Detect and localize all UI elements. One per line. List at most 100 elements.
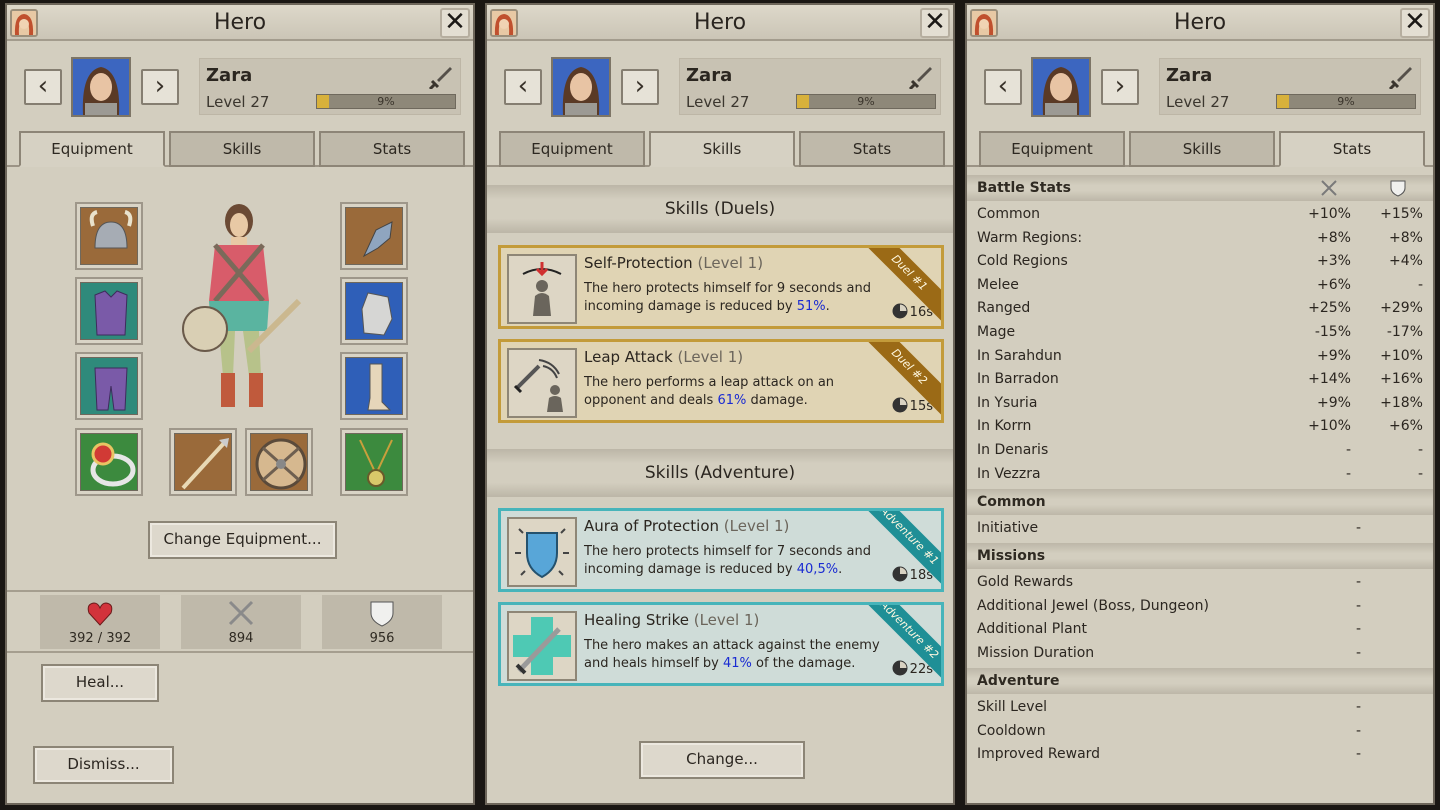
- missions-heading: Missions: [967, 543, 1433, 569]
- armor-slot[interactable]: [75, 277, 143, 345]
- tab-equipment[interactable]: Equipment: [19, 131, 165, 167]
- tab-equipment[interactable]: Equipment: [499, 131, 645, 167]
- duels-heading: Skills (Duels): [487, 185, 953, 233]
- stat-row: Additional Plant -: [977, 621, 1423, 643]
- stat-value: -: [1355, 746, 1361, 763]
- skill-name: Aura of Protection: [584, 517, 720, 535]
- stat-row: In Ysuria +9% +18%: [977, 395, 1423, 417]
- stat-defense-value: +29%: [1380, 300, 1423, 317]
- next-hero-button[interactable]: ›: [621, 69, 659, 105]
- skill-level: (Level 1): [723, 517, 790, 535]
- change-equipment-button[interactable]: Change Equipment...: [148, 521, 337, 559]
- amulet-slot[interactable]: [340, 428, 408, 496]
- hero-level: Level 27: [206, 93, 270, 111]
- skill-title: Aura of Protection (Level 1): [584, 517, 789, 535]
- chevron-left-icon: ‹: [997, 71, 1009, 101]
- aura-of-protection-icon: [507, 517, 577, 587]
- sword-icon: [1388, 65, 1412, 93]
- gauntlet-icon: [345, 207, 403, 265]
- skill-card[interactable]: Healing Strike (Level 1) The hero makes …: [498, 602, 944, 686]
- tab-equipment[interactable]: Equipment: [979, 131, 1125, 167]
- stat-label: Improved Reward: [977, 746, 1101, 763]
- shield-slot[interactable]: [245, 428, 313, 496]
- glove-icon: [345, 282, 403, 340]
- stat-defense-value: -: [1417, 465, 1423, 482]
- hero-portrait: [1031, 57, 1091, 117]
- spear-icon: [174, 433, 232, 491]
- battle-stats-heading: Battle Stats: [967, 175, 1433, 201]
- stat-label: Mission Duration: [977, 644, 1095, 661]
- stat-defense-value: +10%: [1380, 347, 1423, 364]
- tab-skills[interactable]: Skills: [649, 131, 795, 167]
- skill-level: (Level 1): [697, 254, 764, 272]
- weapon-slot[interactable]: [169, 428, 237, 496]
- stat-attack-value: +9%: [1317, 394, 1351, 411]
- hero-nameplate: Zara Level 27 9%: [679, 58, 941, 115]
- prev-hero-button[interactable]: ‹: [24, 69, 62, 105]
- skill-description: The hero performs a leap attack on an op…: [584, 374, 884, 410]
- skill-card[interactable]: Aura of Protection (Level 1) The hero pr…: [498, 508, 944, 592]
- cooldown-icon: [892, 660, 910, 677]
- tab-stats[interactable]: Stats: [1279, 131, 1425, 167]
- adventure-heading: Adventure: [967, 668, 1433, 694]
- health-value: 392 / 392: [68, 631, 132, 646]
- skill-description: The hero protects himself for 9 seconds …: [584, 280, 884, 316]
- skill-desc-value: 61%: [717, 393, 747, 408]
- skill-level: (Level 1): [677, 348, 744, 366]
- stat-defense-value: +15%: [1380, 206, 1423, 222]
- helmet-icon: [80, 207, 138, 265]
- divider: [7, 590, 473, 592]
- shield-icon: [1389, 179, 1407, 206]
- chevron-left-icon: ‹: [517, 71, 529, 101]
- self-protection-icon: [507, 254, 577, 324]
- title-bar: Hero ✕: [7, 5, 473, 41]
- next-hero-button[interactable]: ›: [141, 69, 179, 105]
- glove-slot[interactable]: [340, 277, 408, 345]
- tab-bar: Equipment Skills Stats: [487, 131, 953, 167]
- tab-stats[interactable]: Stats: [319, 131, 465, 167]
- prev-hero-button[interactable]: ‹: [504, 69, 542, 105]
- stat-row: Warm Regions: +8% +8%: [977, 230, 1423, 252]
- hero-level: Level 27: [686, 93, 750, 111]
- stat-label: Cooldown: [977, 722, 1046, 739]
- stat-row: Cold Regions +3% +4%: [977, 253, 1423, 275]
- skill-card[interactable]: Leap Attack (Level 1) The hero performs …: [498, 339, 944, 423]
- xp-percent: 9%: [1337, 95, 1355, 108]
- stat-value: -: [1355, 699, 1361, 715]
- gauntlet-slot[interactable]: [340, 202, 408, 270]
- dismiss-button[interactable]: Dismiss...: [33, 746, 174, 784]
- stat-row: Initiative -: [977, 520, 1423, 542]
- stat-attack-value: +9%: [1317, 347, 1351, 364]
- ring-slot[interactable]: [75, 428, 143, 496]
- tab-skills[interactable]: Skills: [169, 131, 315, 167]
- stat-defense-value: +4%: [1389, 253, 1423, 270]
- heal-button[interactable]: Heal...: [41, 664, 159, 702]
- stat-row: Cooldown -: [977, 723, 1423, 745]
- close-button[interactable]: ✕: [440, 8, 470, 38]
- tab-skills[interactable]: Skills: [1129, 131, 1275, 167]
- stat-label: In Sarahdun: [977, 347, 1062, 364]
- stat-label: Ranged: [977, 300, 1031, 317]
- prev-hero-button[interactable]: ‹: [984, 69, 1022, 105]
- greaves-slot[interactable]: [340, 352, 408, 420]
- hero-name: Zara: [206, 65, 253, 86]
- sword-icon: [428, 65, 452, 93]
- skill-card[interactable]: Self-Protection (Level 1) The hero prote…: [498, 245, 944, 329]
- stat-label: Additional Jewel (Boss, Dungeon): [977, 597, 1209, 614]
- healing-strike-icon: [507, 611, 577, 681]
- change-skills-button[interactable]: Change...: [639, 741, 805, 779]
- pants-slot[interactable]: [75, 352, 143, 420]
- tab-stats[interactable]: Stats: [799, 131, 945, 167]
- stat-attack-value: -15%: [1314, 324, 1351, 340]
- stat-defense-value: -: [1417, 442, 1423, 458]
- helmet-slot[interactable]: [75, 202, 143, 270]
- skill-title: Self-Protection (Level 1): [584, 254, 763, 272]
- skill-description: The hero makes an attack against the ene…: [584, 637, 884, 673]
- stat-row: Mage -15% -17%: [977, 324, 1423, 346]
- close-button[interactable]: ✕: [920, 8, 950, 38]
- close-button[interactable]: ✕: [1400, 8, 1430, 38]
- next-hero-button[interactable]: ›: [1101, 69, 1139, 105]
- stat-attack-value: +10%: [1308, 206, 1351, 222]
- common-heading: Common: [967, 489, 1433, 515]
- stat-attack-value: +3%: [1317, 253, 1351, 270]
